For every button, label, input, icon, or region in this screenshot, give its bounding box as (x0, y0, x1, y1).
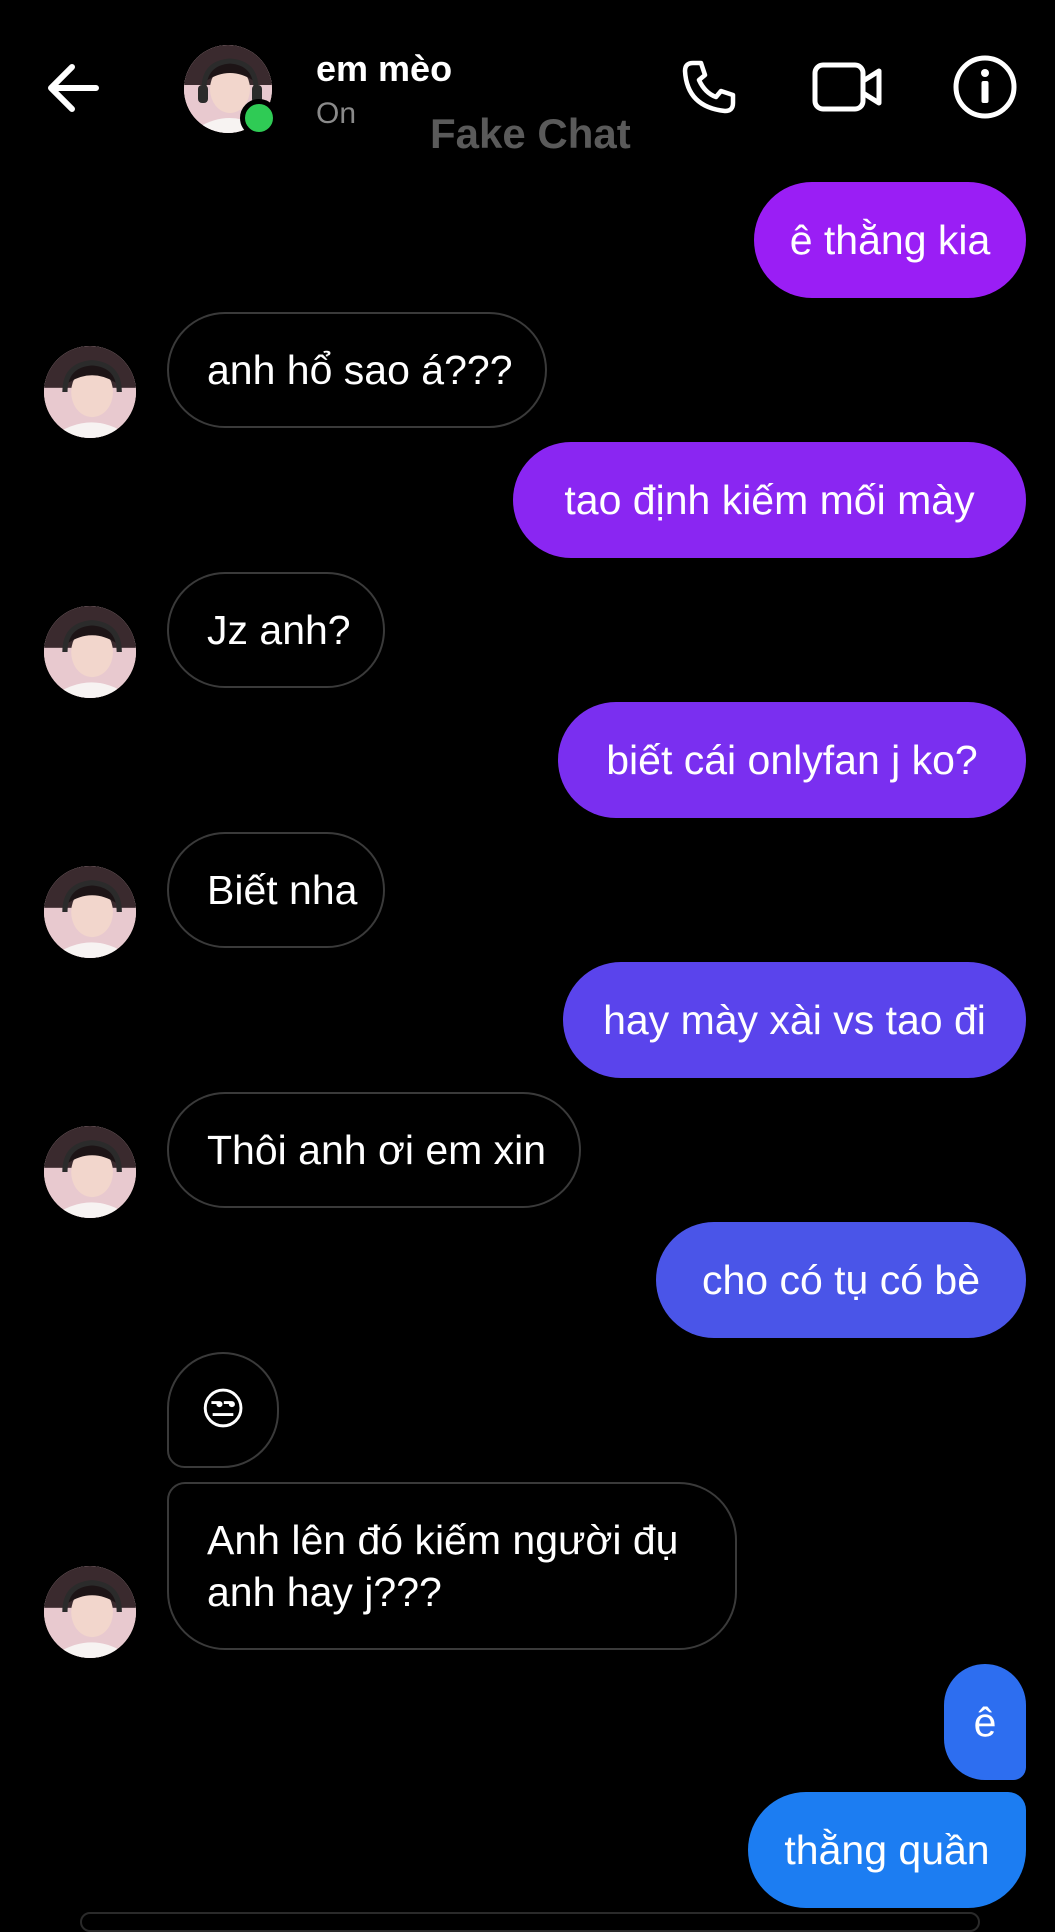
message-outgoing[interactable]: thằng quần (748, 1792, 1026, 1908)
message-incoming[interactable]: Thôi anh ơi em xin (167, 1092, 581, 1208)
call-button[interactable] (672, 50, 746, 124)
info-button[interactable] (948, 50, 1022, 124)
sender-avatar (44, 346, 136, 438)
message-text: hay mày xài vs tao đi (603, 997, 986, 1043)
contact-avatar[interactable] (184, 45, 278, 137)
back-button[interactable] (40, 55, 106, 121)
message-incoming[interactable]: anh hổ sao á??? (167, 312, 547, 428)
sender-avatar (44, 1126, 136, 1218)
message-incoming[interactable]: Jz anh? (167, 572, 385, 688)
sender-avatar (44, 866, 136, 958)
message-text: tao định kiếm mối mày (564, 477, 975, 523)
message-text: biết cái onlyfan j ko? (606, 737, 978, 783)
message-composer[interactable] (80, 1912, 980, 1932)
message-text: ê (973, 1699, 997, 1745)
message-text: thằng quần (784, 1827, 990, 1873)
message-text: Thôi anh ơi em xin (207, 1127, 547, 1173)
message-outgoing[interactable]: tao định kiếm mối mày (513, 442, 1026, 558)
online-status-dot (240, 99, 278, 137)
message-incoming[interactable]: Anh lên đó kiếm người đụ anh hay j??? (167, 1482, 737, 1650)
video-call-button[interactable] (810, 50, 884, 124)
contact-name[interactable]: em mèo (316, 48, 452, 90)
watermark: Fake Chat (430, 110, 631, 157)
phone-icon (682, 60, 736, 114)
message-text: Jz anh? (207, 607, 351, 653)
sender-avatar (44, 1566, 136, 1658)
chat-header: em mèo On Fake Chat (0, 0, 1055, 170)
message-outgoing[interactable]: hay mày xài vs tao đi (563, 962, 1026, 1078)
sender-avatar (44, 606, 136, 698)
message-text: ê thằng kia (789, 217, 991, 263)
message-outgoing[interactable]: cho có tụ có bè (656, 1222, 1026, 1338)
message-incoming[interactable]: Biết nha (167, 832, 385, 948)
message-incoming-emoji[interactable]: 😒 (167, 1352, 279, 1468)
info-icon (953, 55, 1017, 119)
message-outgoing[interactable]: ê thằng kia (754, 182, 1026, 298)
contact-status: On (316, 97, 357, 130)
message-text: Anh lên đó kiếm người đụ anh hay j??? (207, 1517, 679, 1615)
emoji-text: 😒 (200, 1385, 246, 1434)
message-text: Biết nha (207, 867, 358, 913)
message-outgoing[interactable]: ê (944, 1664, 1026, 1780)
message-outgoing[interactable]: biết cái onlyfan j ko? (558, 702, 1026, 818)
message-text: anh hổ sao á??? (207, 347, 513, 393)
arrow-left-icon (48, 64, 99, 112)
message-text: cho có tụ có bè (701, 1257, 981, 1303)
video-camera-icon (812, 62, 882, 112)
